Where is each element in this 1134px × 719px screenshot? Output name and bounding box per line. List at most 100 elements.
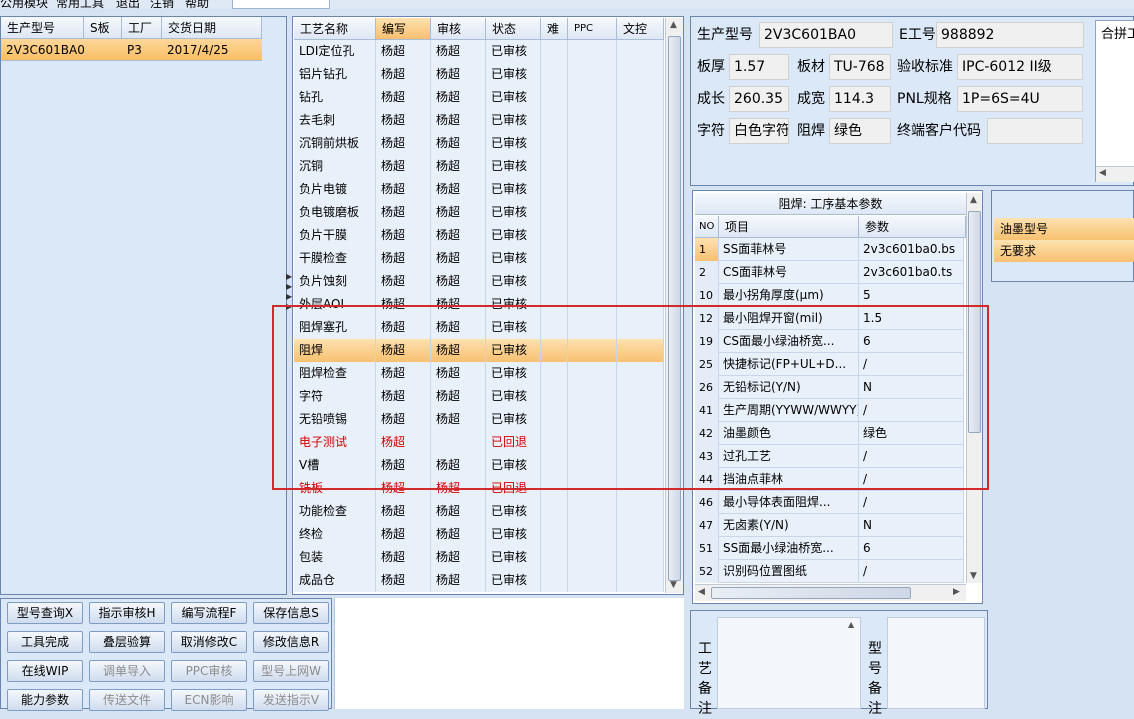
field-soldermask[interactable]: 绿色: [829, 118, 891, 144]
param-row[interactable]: 26 无铅标记(Y/N) N: [695, 376, 964, 399]
process-row[interactable]: 终检 杨超 杨超 已审核: [294, 523, 664, 546]
params-h-scrollbar[interactable]: ◀ ▶: [695, 584, 966, 601]
process-row[interactable]: 去毛刺 杨超 杨超 已审核: [294, 109, 664, 132]
ppc-review-button[interactable]: PPC审核: [171, 660, 247, 682]
process-row[interactable]: 电子测试 杨超 已回退: [294, 431, 664, 454]
process-row[interactable]: 功能检查 杨超 杨超 已审核: [294, 500, 664, 523]
field-width[interactable]: 114.3: [829, 86, 891, 112]
menu-item-logout[interactable]: 注销: [150, 0, 174, 9]
col-header-process-name[interactable]: 工艺名称: [294, 18, 376, 40]
param-row[interactable]: 19 CS面最小绿油桥宽... 6: [695, 330, 964, 353]
param-row[interactable]: 42 油墨颜色 绿色: [695, 422, 964, 445]
scroll-up-icon[interactable]: ▲: [670, 20, 677, 30]
process-row[interactable]: 负片蚀刻 杨超 杨超 已审核: [294, 270, 664, 293]
process-row[interactable]: 铣板 杨超 杨超 已回退: [294, 477, 664, 500]
online-wip-button[interactable]: 在线WIP: [7, 660, 83, 682]
param-row[interactable]: 46 最小导体表面阻焊... /: [695, 491, 964, 514]
modify-info-button[interactable]: 修改信息R: [253, 631, 329, 653]
process-row[interactable]: 钻孔 杨超 杨超 已审核: [294, 86, 664, 109]
model-query-button[interactable]: 型号查询X: [7, 602, 83, 624]
process-row[interactable]: 负片干膜 杨超 杨超 已审核: [294, 224, 664, 247]
process-row[interactable]: 沉铜 杨超 杨超 已审核: [294, 155, 664, 178]
process-scrollbar[interactable]: ▲ ▼: [665, 18, 683, 593]
scroll-thumb[interactable]: [968, 211, 981, 433]
ecn-impact-button[interactable]: ECN影响: [171, 689, 247, 711]
col-header-ppc[interactable]: PPC: [568, 18, 617, 40]
scroll-up-icon[interactable]: ▲: [848, 620, 854, 629]
table-row[interactable]: 2V3C601BA0 P3 2017/4/25: [1, 39, 262, 61]
field-material[interactable]: TU-768: [829, 54, 891, 80]
scroll-thumb[interactable]: [668, 36, 681, 581]
col-header-factory[interactable]: 工厂: [122, 17, 162, 39]
process-row[interactable]: 外层AOI 杨超 杨超 已审核: [294, 293, 664, 316]
scroll-left-icon[interactable]: ◀: [698, 587, 705, 597]
param-row[interactable]: 1 SS面菲林号 2v3c601ba0.bs: [695, 238, 964, 261]
param-row[interactable]: 47 无卤素(Y/N) N: [695, 514, 964, 537]
process-remark-textarea[interactable]: ▲: [717, 617, 861, 709]
write-flow-button[interactable]: 编写流程F: [171, 602, 247, 624]
scroll-right-icon[interactable]: ▶: [953, 587, 960, 597]
field-eno[interactable]: 988892: [936, 22, 1084, 48]
param-row[interactable]: 44 挡油点菲林 /: [695, 468, 964, 491]
menu-item-exit[interactable]: 退出: [116, 0, 140, 9]
process-row[interactable]: 沉铜前烘板 杨超 杨超 已审核: [294, 132, 664, 155]
param-row[interactable]: 10 最小拐角厚度(μm) 5: [695, 284, 964, 307]
process-row[interactable]: 无铅喷锡 杨超 杨超 已审核: [294, 408, 664, 431]
process-row[interactable]: 负电镀磨板 杨超 杨超 已审核: [294, 201, 664, 224]
process-row[interactable]: 成品仓 杨超 杨超 已审核: [294, 569, 664, 592]
col-header-delivery-date[interactable]: 交货日期: [162, 17, 262, 39]
params-v-scrollbar[interactable]: ▲ ▼: [966, 193, 982, 583]
ink-value[interactable]: 无要求: [994, 240, 1134, 262]
merge-scrollbar[interactable]: ◀: [1096, 166, 1134, 182]
capability-params-button[interactable]: 能力参数: [7, 689, 83, 711]
col-header-model[interactable]: 生产型号: [1, 17, 84, 39]
col-header-status[interactable]: 状态: [486, 18, 541, 40]
transfer-file-button[interactable]: 传送文件: [89, 689, 165, 711]
col-header-writer[interactable]: 编写: [376, 18, 431, 40]
col-header-no[interactable]: NO: [695, 216, 719, 238]
process-row[interactable]: V槽 杨超 杨超 已审核: [294, 454, 664, 477]
col-header-difficulty[interactable]: 难: [541, 18, 568, 40]
order-import-button[interactable]: 调单导入: [89, 660, 165, 682]
instruction-review-button[interactable]: 指示审核H: [89, 602, 165, 624]
ink-header[interactable]: 油墨型号: [994, 218, 1134, 240]
process-row[interactable]: LDI定位孔 杨超 杨超 已审核: [294, 40, 664, 63]
stackup-check-button[interactable]: 叠层验算: [89, 631, 165, 653]
process-row[interactable]: 包装 杨超 杨超 已审核: [294, 546, 664, 569]
col-header-value[interactable]: 参数: [859, 216, 966, 238]
process-row[interactable]: 阻焊检查 杨超 杨超 已审核: [294, 362, 664, 385]
process-row[interactable]: 阻焊塞孔 杨超 杨超 已审核: [294, 316, 664, 339]
field-pnl[interactable]: 1P=6S=4U: [957, 86, 1083, 112]
tool-complete-button[interactable]: 工具完成: [7, 631, 83, 653]
send-instruction-button[interactable]: 发送指示V: [253, 689, 329, 711]
param-row[interactable]: 43 过孔工艺 /: [695, 445, 964, 468]
menu-dropdown[interactable]: [232, 0, 330, 9]
field-thickness[interactable]: 1.57: [729, 54, 789, 80]
scroll-h-thumb[interactable]: [711, 587, 911, 599]
field-length[interactable]: 260.35: [729, 86, 789, 112]
merge-tab[interactable]: 合拼工: [1101, 23, 1134, 42]
process-row[interactable]: 阻焊 杨超 杨超 已审核: [294, 339, 664, 362]
col-header-item[interactable]: 项目: [719, 216, 859, 238]
field-customer-code[interactable]: [987, 118, 1083, 144]
process-row[interactable]: 字符 杨超 杨超 已审核: [294, 385, 664, 408]
model-remark-textarea[interactable]: [887, 617, 985, 709]
scroll-down-icon[interactable]: ▼: [970, 571, 977, 581]
process-row[interactable]: 负片电镀 杨超 杨超 已审核: [294, 178, 664, 201]
process-row[interactable]: 干膜检查 杨超 杨超 已审核: [294, 247, 664, 270]
process-row[interactable]: 铝片钻孔 杨超 杨超 已审核: [294, 63, 664, 86]
param-row[interactable]: 41 生产周期(YYWW/WWYY) /: [695, 399, 964, 422]
param-row[interactable]: 51 SS面最小绿油桥宽... 6: [695, 537, 964, 560]
field-model[interactable]: 2V3C601BA0: [759, 22, 893, 48]
scroll-left-icon[interactable]: ◀: [1099, 168, 1106, 178]
scroll-down-icon[interactable]: ▼: [670, 580, 677, 590]
col-header-doc-control[interactable]: 文控: [617, 18, 664, 40]
param-row[interactable]: 25 快捷标记(FP+UL+D... /: [695, 353, 964, 376]
param-row[interactable]: 2 CS面菲林号 2v3c601ba0.ts: [695, 261, 964, 284]
field-standard[interactable]: IPC-6012 II级: [957, 54, 1083, 80]
col-header-s-board[interactable]: S板: [84, 17, 122, 39]
col-header-reviewer[interactable]: 审核: [431, 18, 486, 40]
menu-item-help[interactable]: 帮助: [185, 0, 209, 9]
save-info-button[interactable]: 保存信息S: [253, 602, 329, 624]
param-row[interactable]: 12 最小阻焊开窗(mil) 1.5: [695, 307, 964, 330]
